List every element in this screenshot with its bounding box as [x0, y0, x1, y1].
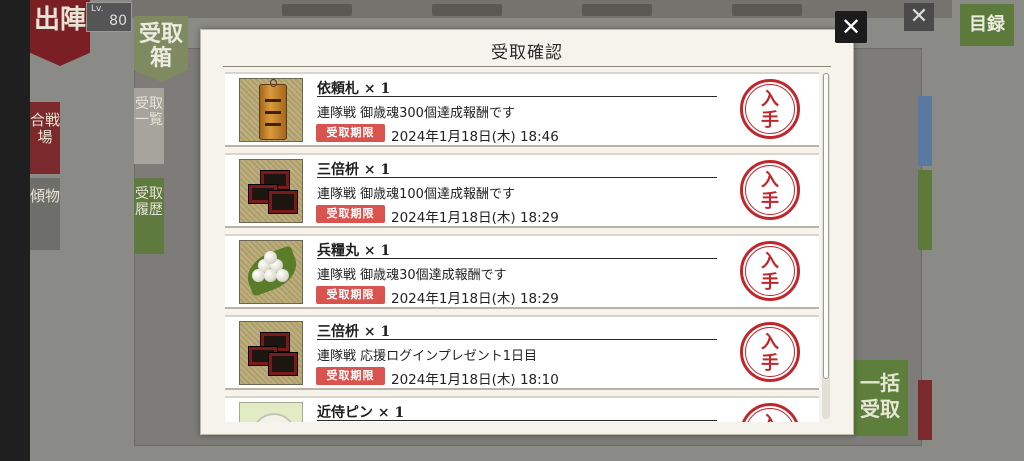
item-list[interactable]: 依頼札 × 1 連隊戦 御歳魂300個達成報酬です 受取期限 2024年1月18… [223, 72, 819, 422]
deadline-date: 2024年1月18日(木) 18:46 [391, 129, 559, 145]
item-description: 連隊戦 応援ログインプレゼント1日目 [317, 349, 538, 364]
item-divider [317, 420, 717, 421]
level-indicator: Lv. 80 [86, 2, 132, 32]
side-menu-items[interactable]: 傾物 [30, 178, 60, 250]
side-deco [918, 380, 932, 440]
deadline-date: 2024年1月18日(木) 18:10 [391, 372, 559, 388]
title-divider [223, 66, 831, 67]
deadline-badge: 受取期限 [316, 205, 385, 223]
list-button[interactable]: 目録 [960, 4, 1014, 46]
item-name: 近侍ピン × 1 [317, 405, 405, 421]
bulk-receive-button[interactable]: 一括受取 [852, 360, 908, 436]
receive-confirm-dialog: 受取確認 依頼札 × 1 連隊戦 御歳魂300個達成報酬です 受取期限 2024… [200, 29, 854, 435]
resource-slot [282, 4, 352, 16]
resource-slot [432, 4, 502, 16]
level-value: 80 [109, 13, 127, 29]
deadline-badge: 受取期限 [316, 124, 385, 142]
request-tag-icon [239, 78, 303, 142]
rice-ball-icon [239, 240, 303, 304]
item-divider [317, 96, 717, 97]
sortie-tab[interactable]: 出陣 [30, 0, 90, 66]
receive-button[interactable]: 入 手 [740, 79, 800, 139]
attendant-pin-icon [239, 402, 303, 422]
list-item: 兵糧丸 × 1 連隊戦 御歳魂30個達成報酬です 受取期限 2024年1月18日… [225, 234, 819, 309]
list-item: 近侍ピン × 1 入 手 [225, 396, 819, 422]
item-description: 連隊戦 御歳魂300個達成報酬です [317, 106, 515, 121]
deadline-badge: 受取期限 [316, 286, 385, 304]
item-description: 連隊戦 御歳魂100個達成報酬です [317, 187, 515, 202]
item-name: 兵糧丸 × 1 [317, 243, 391, 259]
dialog-title: 受取確認 [491, 43, 563, 63]
list-item: 三倍枡 × 1 連隊戦 応援ログインプレゼント1日目 受取期限 2024年1月1… [225, 315, 819, 390]
deadline-date: 2024年1月18日(木) 18:29 [391, 210, 559, 226]
deadline-badge: 受取期限 [316, 367, 385, 385]
left-edge-strip [0, 0, 30, 461]
deadline-date: 2024年1月18日(木) 18:29 [391, 291, 559, 307]
item-divider [317, 339, 717, 340]
sub-tab-receive-list[interactable]: 受取一覧 [134, 88, 164, 164]
side-deco [918, 96, 932, 166]
resource-slot [582, 4, 652, 16]
receive-button[interactable]: 入 手 [740, 403, 800, 422]
item-description: 連隊戦 御歳魂30個達成報酬です [317, 268, 507, 283]
sub-tab-receive-history[interactable]: 受取履歴 [134, 178, 164, 254]
item-name: 依頼札 × 1 [317, 81, 391, 97]
receive-button[interactable]: 入 手 [740, 322, 800, 382]
item-divider [317, 258, 717, 259]
item-name: 三倍枡 × 1 [317, 324, 391, 340]
list-item: 三倍枡 × 1 連隊戦 御歳魂100個達成報酬です 受取期限 2024年1月18… [225, 153, 819, 228]
receive-button[interactable]: 入 手 [740, 160, 800, 220]
resource-bar [132, 0, 952, 18]
triple-box-icon [239, 321, 303, 385]
triple-box-icon [239, 159, 303, 223]
level-label: Lv. [91, 4, 104, 14]
resource-slot [732, 4, 802, 16]
receive-box-tab: 受取箱 [134, 16, 188, 82]
item-divider [317, 177, 717, 178]
item-name: 三倍枡 × 1 [317, 162, 391, 178]
side-deco [918, 170, 932, 250]
close-icon[interactable]: ✕ [835, 11, 867, 43]
background-close-icon[interactable]: ✕ [904, 3, 934, 31]
scrollbar-thumb[interactable] [823, 73, 829, 379]
list-item: 依頼札 × 1 連隊戦 御歳魂300個達成報酬です 受取期限 2024年1月18… [225, 72, 819, 147]
receive-button[interactable]: 入 手 [740, 241, 800, 301]
side-menu-battlefield[interactable]: 合戦場 [30, 102, 60, 174]
